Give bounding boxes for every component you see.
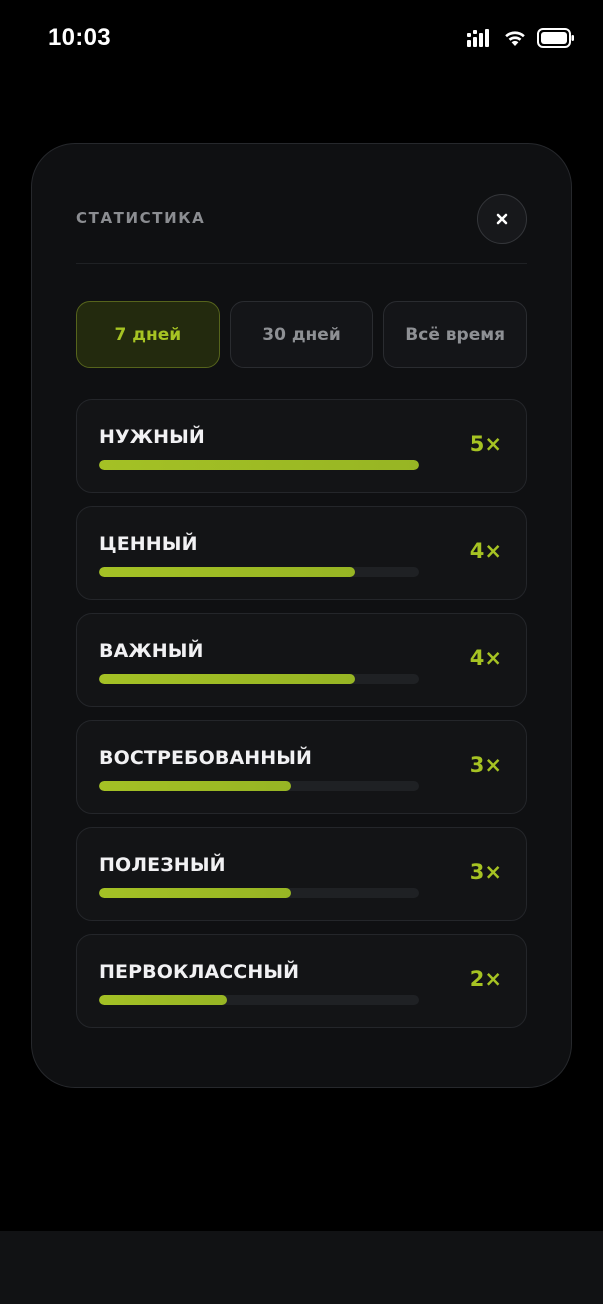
progress-track: [99, 888, 419, 898]
tab-7-days[interactable]: 7 дней: [76, 301, 220, 368]
statistics-modal: СТАТИСТИКА 7 дней 30 дней Всё время НУЖН…: [31, 143, 572, 1088]
screen: 10:03 СТАТИСТИКА 7 дней 30 дней Всё врем…: [0, 0, 603, 1304]
tab-all-time[interactable]: Всё время: [383, 301, 528, 368]
progress-fill: [99, 781, 291, 791]
modal-header: СТАТИСТИКА: [76, 194, 527, 264]
stat-label: ПЕРВОКЛАССНЫЙ: [99, 961, 300, 983]
stat-count: 3×: [469, 753, 502, 777]
close-button[interactable]: [477, 194, 527, 244]
stat-list: НУЖНЫЙ 5× ЦЕННЫЙ 4× ВАЖНЫЙ 4× ВОСТРЕБОВА…: [76, 399, 527, 1041]
list-item: ЦЕННЫЙ 4×: [76, 506, 527, 600]
list-item: ПЕРВОКЛАССНЫЙ 2×: [76, 934, 527, 1028]
stat-label: ПОЛЕЗНЫЙ: [99, 854, 226, 876]
close-icon: [496, 210, 508, 229]
wifi-icon: [503, 29, 527, 47]
list-item: ПОЛЕЗНЫЙ 3×: [76, 827, 527, 921]
bottom-bar: [0, 1231, 603, 1304]
progress-fill: [99, 674, 355, 684]
progress-fill: [99, 888, 291, 898]
progress-track: [99, 781, 419, 791]
progress-track: [99, 674, 419, 684]
status-bar: 10:03: [0, 0, 603, 80]
list-item: ВАЖНЫЙ 4×: [76, 613, 527, 707]
battery-icon: [537, 28, 575, 48]
stat-count: 2×: [469, 967, 502, 991]
period-tabs: 7 дней 30 дней Всё время: [76, 301, 528, 368]
stat-label: ВОСТРЕБОВАННЫЙ: [99, 747, 313, 769]
cellular-signal-icon: [467, 29, 493, 47]
stat-count: 4×: [469, 539, 502, 563]
progress-track: [99, 460, 419, 470]
list-item: ВОСТРЕБОВАННЫЙ 3×: [76, 720, 527, 814]
stat-label: ЦЕННЫЙ: [99, 533, 198, 555]
progress-fill: [99, 995, 227, 1005]
progress-track: [99, 567, 419, 577]
progress-fill: [99, 460, 419, 470]
status-time: 10:03: [48, 24, 111, 51]
stat-count: 3×: [469, 860, 502, 884]
stat-label: НУЖНЫЙ: [99, 426, 205, 448]
stat-count: 4×: [469, 646, 502, 670]
status-icons: [467, 27, 575, 49]
stat-label: ВАЖНЫЙ: [99, 640, 204, 662]
progress-track: [99, 995, 419, 1005]
stat-count: 5×: [469, 432, 502, 456]
list-item: НУЖНЫЙ 5×: [76, 399, 527, 493]
modal-title: СТАТИСТИКА: [76, 209, 206, 227]
tab-30-days[interactable]: 30 дней: [229, 301, 374, 368]
progress-fill: [99, 567, 355, 577]
